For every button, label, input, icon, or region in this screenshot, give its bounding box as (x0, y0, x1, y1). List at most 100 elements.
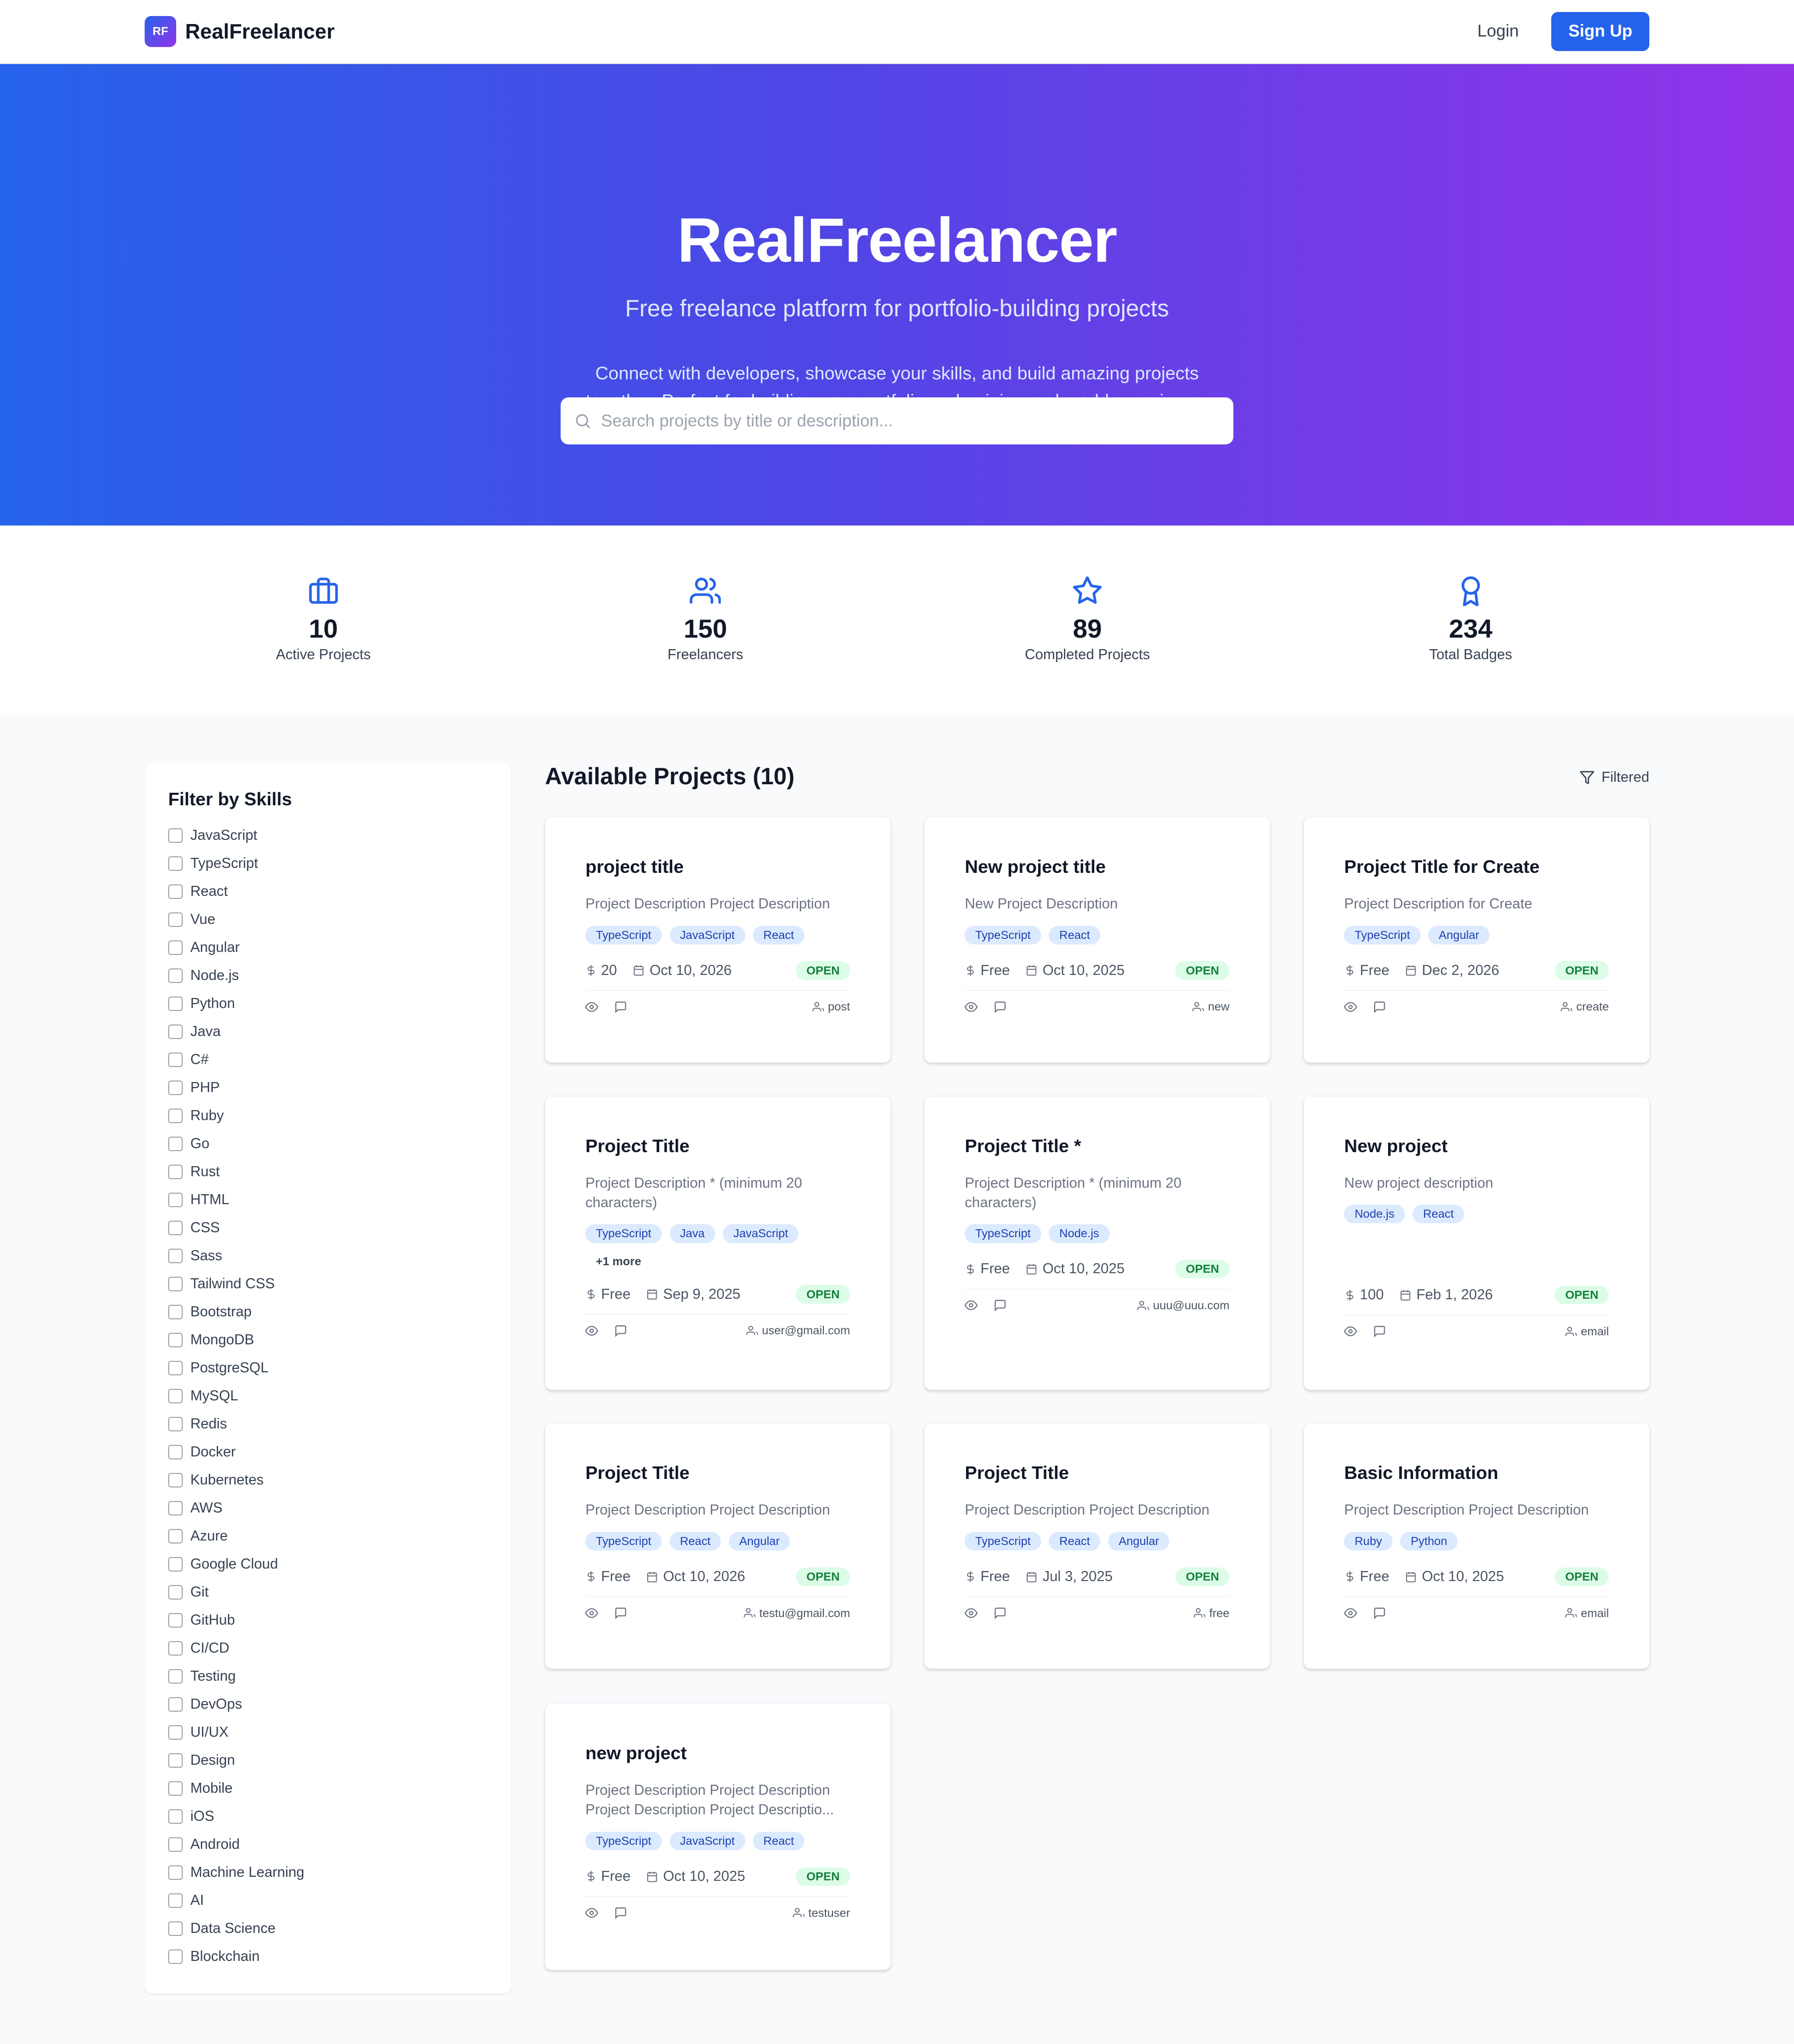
skill-option[interactable]: Kubernetes (168, 1466, 488, 1494)
eye-icon[interactable] (1344, 1325, 1358, 1338)
message-icon[interactable] (1373, 1325, 1386, 1338)
project-title[interactable]: Project Title (585, 1136, 850, 1157)
skill-option[interactable]: UI/UX (168, 1718, 488, 1746)
skill-option[interactable]: Rust (168, 1158, 488, 1186)
skill-option[interactable]: CI/CD (168, 1634, 488, 1662)
skill-option[interactable]: Java (168, 1017, 488, 1046)
skill-checkbox[interactable] (168, 884, 183, 899)
project-title[interactable]: Project Title for Create (1344, 856, 1609, 877)
skill-checkbox[interactable] (168, 1080, 183, 1095)
skill-option[interactable]: Sass (168, 1242, 488, 1270)
skill-checkbox[interactable] (168, 996, 183, 1011)
skill-checkbox[interactable] (168, 1108, 183, 1123)
skill-checkbox[interactable] (168, 856, 183, 871)
project-card[interactable]: Project Title Project Description Project… (924, 1423, 1270, 1669)
eye-icon[interactable] (585, 1607, 599, 1620)
skill-checkbox[interactable] (168, 1248, 183, 1263)
skill-checkbox[interactable] (168, 1949, 183, 1964)
eye-icon[interactable] (965, 1299, 978, 1312)
skill-option[interactable]: DevOps (168, 1690, 488, 1718)
project-card[interactable]: Project Title for Create Project Descript… (1303, 817, 1649, 1063)
search-input[interactable] (601, 411, 1201, 431)
skill-option[interactable]: Bootstrap (168, 1298, 488, 1326)
message-icon[interactable] (994, 1607, 1007, 1620)
skill-checkbox[interactable] (168, 968, 183, 983)
project-title[interactable]: New project title (965, 856, 1229, 877)
skill-option[interactable]: AWS (168, 1494, 488, 1522)
skill-option[interactable]: Docker (168, 1438, 488, 1466)
skill-option[interactable]: Node.js (168, 961, 488, 989)
skill-option[interactable]: TypeScript (168, 849, 488, 877)
project-title[interactable]: new project (585, 1743, 850, 1764)
skill-checkbox[interactable] (168, 1500, 183, 1515)
message-icon[interactable] (1373, 1607, 1386, 1620)
project-title[interactable]: New project (1344, 1136, 1609, 1157)
skill-option[interactable]: Git (168, 1578, 488, 1606)
skill-checkbox[interactable] (168, 1669, 183, 1684)
project-card[interactable]: Basic Information Project Description Pro… (1303, 1423, 1649, 1669)
skill-option[interactable]: iOS (168, 1802, 488, 1830)
skill-checkbox[interactable] (168, 940, 183, 955)
skill-checkbox[interactable] (168, 1360, 183, 1375)
skill-checkbox[interactable] (168, 1136, 183, 1151)
eye-icon[interactable] (1344, 1607, 1358, 1620)
skill-checkbox[interactable] (168, 1809, 183, 1824)
project-title[interactable]: Project Title * (965, 1136, 1229, 1157)
eye-icon[interactable] (585, 1906, 599, 1919)
skill-option[interactable]: AI (168, 1886, 488, 1914)
skill-checkbox[interactable] (168, 1388, 183, 1403)
skill-option[interactable]: Machine Learning (168, 1858, 488, 1886)
skill-checkbox[interactable] (168, 1276, 183, 1291)
message-icon[interactable] (1373, 1000, 1386, 1013)
message-icon[interactable] (994, 1299, 1007, 1312)
skill-checkbox[interactable] (168, 1781, 183, 1796)
skill-checkbox[interactable] (168, 1921, 183, 1936)
project-title[interactable]: Project Title (965, 1462, 1229, 1483)
skill-option[interactable]: CSS (168, 1214, 488, 1242)
skill-option[interactable]: Design (168, 1746, 488, 1774)
skill-option[interactable]: Testing (168, 1662, 488, 1690)
project-title[interactable]: project title (585, 856, 850, 877)
skill-checkbox[interactable] (168, 1613, 183, 1628)
skill-checkbox[interactable] (168, 1585, 183, 1600)
skill-checkbox[interactable] (168, 1024, 183, 1039)
project-card[interactable]: Project Title * Project Description * (mi… (924, 1096, 1270, 1390)
skill-option[interactable]: Tailwind CSS (168, 1270, 488, 1298)
skill-option[interactable]: Angular (168, 933, 488, 961)
project-title[interactable]: Basic Information (1344, 1462, 1609, 1483)
skill-checkbox[interactable] (168, 1472, 183, 1487)
skill-checkbox[interactable] (168, 828, 183, 843)
skill-checkbox[interactable] (168, 1641, 183, 1656)
search-bar[interactable] (561, 397, 1234, 445)
skill-checkbox[interactable] (168, 1332, 183, 1347)
project-card[interactable]: New project title New Project Description… (924, 817, 1270, 1063)
skill-option[interactable]: Mobile (168, 1774, 488, 1802)
skill-checkbox[interactable] (168, 1893, 183, 1908)
eye-icon[interactable] (965, 1000, 978, 1013)
project-card[interactable]: Project Title Project Description Project… (545, 1423, 890, 1669)
eye-icon[interactable] (585, 1000, 599, 1013)
skill-option[interactable]: Vue (168, 905, 488, 933)
skill-option[interactable]: Android (168, 1830, 488, 1858)
signup-button[interactable]: Sign Up (1551, 12, 1649, 51)
skill-checkbox[interactable] (168, 1557, 183, 1572)
message-icon[interactable] (614, 1906, 627, 1919)
skill-option[interactable]: Data Science (168, 1914, 488, 1942)
eye-icon[interactable] (965, 1607, 978, 1620)
skill-checkbox[interactable] (168, 1528, 183, 1544)
skill-option[interactable]: PostgreSQL (168, 1354, 488, 1382)
project-title[interactable]: Project Title (585, 1462, 850, 1483)
skill-checkbox[interactable] (168, 1192, 183, 1207)
project-card[interactable]: new project Project Description Project D… (545, 1704, 890, 1970)
message-icon[interactable] (614, 1000, 627, 1013)
login-link[interactable]: Login (1477, 22, 1519, 41)
filtered-indicator[interactable]: Filtered (1579, 769, 1649, 786)
skill-option[interactable]: MySQL (168, 1382, 488, 1410)
more-tags[interactable]: +1 more (585, 1255, 850, 1268)
skill-option[interactable]: Azure (168, 1522, 488, 1550)
skill-checkbox[interactable] (168, 912, 183, 927)
project-card[interactable]: Project Title Project Description * (mini… (545, 1096, 890, 1390)
skill-checkbox[interactable] (168, 1753, 183, 1768)
skill-checkbox[interactable] (168, 1444, 183, 1459)
skill-checkbox[interactable] (168, 1052, 183, 1067)
